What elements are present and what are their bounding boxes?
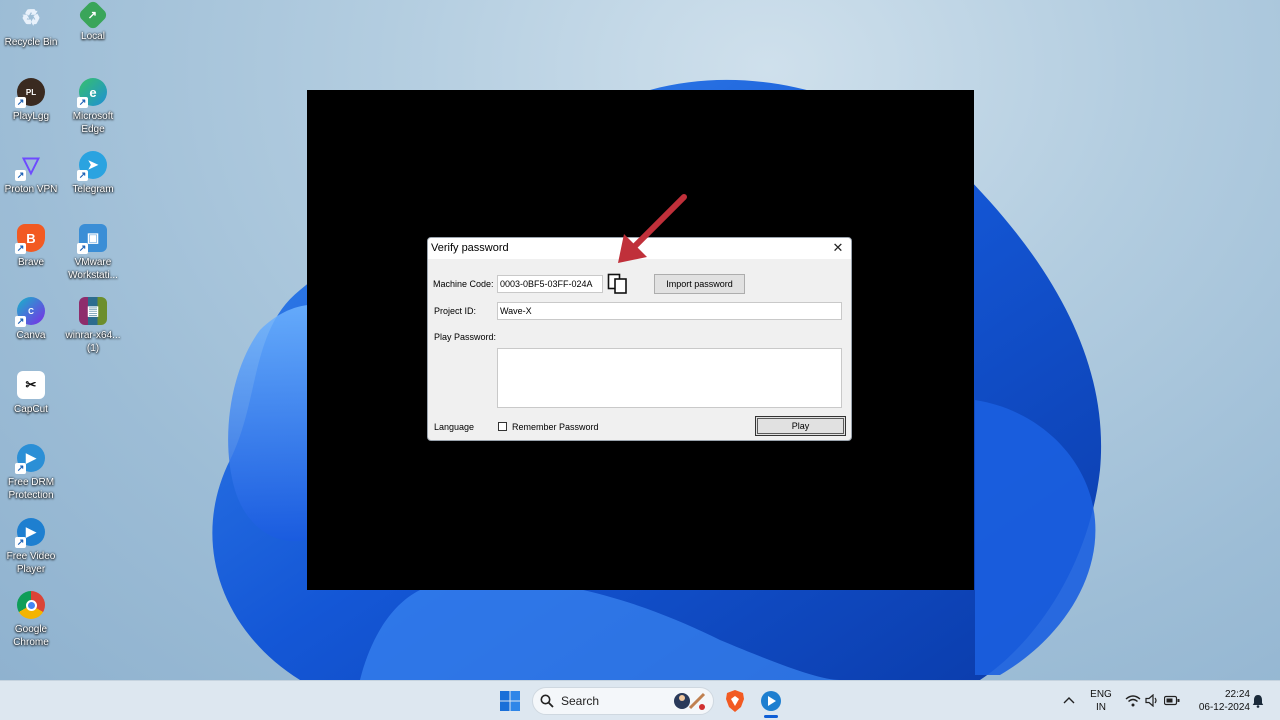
- video-player-icon: ▶ ↗: [15, 518, 45, 548]
- desktop-icon-local[interactable]: ↗ Local: [62, 0, 124, 43]
- start-button[interactable]: [499, 690, 521, 712]
- desktop-icon-label: Telegram: [72, 184, 114, 195]
- desktop-icon-vmware[interactable]: ▣ ↗ VMware Workstati...: [62, 224, 124, 282]
- desktop: ♻ Recycle Bin ↗ Local PL ↗ PlayLgg e ↗ Mic…: [0, 0, 1280, 680]
- dialog-title: Verify password: [431, 242, 509, 254]
- desktop-icon-label: VMware Workstati...: [68, 257, 118, 281]
- desktop-icon-label: Recycle Bin: [4, 37, 58, 48]
- brave-taskbar-icon[interactable]: [724, 689, 746, 713]
- project-id-field[interactable]: [497, 302, 842, 320]
- copy-icon[interactable]: [607, 273, 629, 295]
- chrome-icon: [17, 591, 45, 619]
- windows-logo-icon: [500, 691, 520, 711]
- canva-icon: C ↗: [15, 297, 45, 327]
- desktop-icon-recycle-bin[interactable]: ♻ Recycle Bin: [0, 4, 62, 49]
- clock[interactable]: 22:24 06-12-2024: [1190, 688, 1250, 714]
- play-password-label: Play Password:: [434, 332, 497, 342]
- winrar-icon: ▤: [79, 297, 107, 325]
- play-password-field[interactable]: [497, 348, 842, 408]
- desktop-icon-brave[interactable]: B ↗ Brave: [0, 224, 62, 269]
- desktop-icon-canva[interactable]: C ↗ Canva: [0, 297, 62, 342]
- proton-vpn-icon: ▽ ↗: [15, 152, 40, 181]
- edge-icon: e ↗: [77, 78, 107, 108]
- machine-code-field[interactable]: [497, 275, 603, 293]
- desktop-icon-drm-protection[interactable]: ▶ ↗ Free DRM Protection: [0, 444, 62, 502]
- brave-icon: B ↗: [15, 224, 45, 254]
- desktop-icon-label: Microsoft Edge: [72, 111, 114, 135]
- language-indicator[interactable]: ENG IN: [1089, 688, 1113, 714]
- vmware-icon: ▣ ↗: [77, 224, 107, 254]
- desktop-icon-telegram[interactable]: ➤ ↗ Telegram: [62, 151, 124, 196]
- battery-icon[interactable]: [1164, 695, 1180, 706]
- desktop-icon-capcut[interactable]: ✂ CapCut: [0, 371, 62, 416]
- clock-date: 06-12-2024: [1198, 702, 1250, 713]
- desktop-icon-label: Free DRM Protection: [7, 477, 55, 501]
- telegram-icon: ➤ ↗: [77, 151, 107, 181]
- machine-code-label: Machine Code:: [433, 279, 494, 289]
- desktop-icon-label: CapCut: [14, 404, 48, 415]
- desktop-icon-winrar[interactable]: ▤ winrar-x64... (1): [62, 297, 124, 355]
- clock-time: 22:24: [1224, 689, 1250, 700]
- close-icon: ✕: [832, 240, 844, 255]
- play-button[interactable]: Play: [755, 416, 846, 436]
- desktop-icon-playlgg[interactable]: PL ↗ PlayLgg: [0, 78, 62, 123]
- notification-bell-icon[interactable]: [1252, 694, 1264, 708]
- desktop-icon-label: Brave: [17, 257, 45, 268]
- desktop-icon-label: Free Video Player: [6, 551, 56, 575]
- local-icon: ↗: [77, 0, 109, 31]
- remember-password-checkbox[interactable]: [498, 422, 507, 431]
- search-highlight-icon: [674, 692, 706, 710]
- language-region: IN: [1096, 702, 1106, 713]
- project-id-label: Project ID:: [434, 306, 477, 316]
- desktop-icon-chrome[interactable]: Google Chrome: [0, 591, 62, 649]
- desktop-icon-label: Google Chrome: [13, 624, 49, 648]
- remember-password-label: Remember Password: [512, 422, 599, 432]
- search-label: Search: [561, 694, 600, 708]
- wifi-icon[interactable]: [1125, 694, 1141, 707]
- annotation-arrow: [618, 194, 687, 263]
- desktop-icon-label: Canva: [16, 330, 46, 341]
- video-player-taskbar-icon[interactable]: [759, 689, 783, 713]
- import-password-button[interactable]: Import password: [654, 274, 745, 294]
- chevron-up-icon[interactable]: [1063, 695, 1075, 705]
- desktop-icon-label: Local: [81, 31, 105, 42]
- desktop-icon-video-player[interactable]: ▶ ↗ Free Video Player: [0, 518, 62, 576]
- search-icon: [540, 694, 554, 708]
- volume-icon[interactable]: [1145, 694, 1159, 707]
- desktop-icon-edge[interactable]: e ↗ Microsoft Edge: [62, 78, 124, 136]
- desktop-icon-label: PlayLgg: [12, 111, 50, 122]
- desktop-icon-label: winrar-x64... (1): [65, 330, 121, 354]
- playlgg-icon: PL ↗: [15, 78, 45, 108]
- language-code: ENG: [1090, 689, 1112, 700]
- language-label: Language: [434, 422, 475, 432]
- recycle-bin-icon: ♻: [21, 5, 41, 30]
- close-button[interactable]: ✕: [829, 239, 847, 257]
- desktop-icon-proton-vpn[interactable]: ▽ ↗ Proton VPN: [0, 151, 62, 196]
- desktop-icon-label: Proton VPN: [4, 184, 58, 195]
- active-app-indicator: [764, 715, 778, 718]
- drm-protection-icon: ▶ ↗: [15, 444, 45, 474]
- capcut-icon: ✂: [17, 371, 45, 399]
